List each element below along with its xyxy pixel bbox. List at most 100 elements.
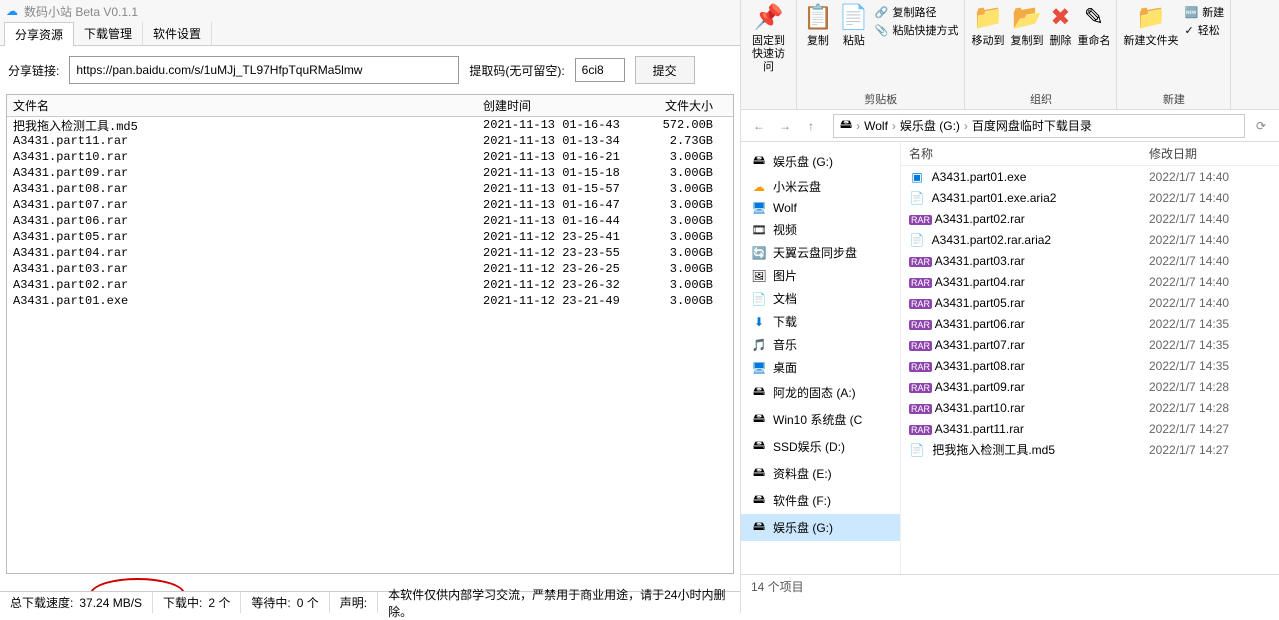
shortcut-icon: 📎 bbox=[875, 24, 889, 37]
nav-item[interactable]: 🖴SSD娱乐 (D:) bbox=[741, 433, 900, 460]
file-row[interactable]: RAR A3431.part05.rar2022/1/7 14:40 bbox=[901, 292, 1279, 313]
forward-button[interactable]: → bbox=[773, 114, 797, 138]
speed-label: 总下载速度: bbox=[10, 594, 73, 611]
nav-item[interactable]: 📄文档 bbox=[741, 287, 900, 310]
nav-item[interactable]: 🎞视频 bbox=[741, 218, 900, 241]
nav-item[interactable]: 🖥Wolf bbox=[741, 198, 900, 218]
copyto-button[interactable]: 📂复制到 bbox=[1010, 4, 1043, 48]
paste-button[interactable]: 📄粘贴 bbox=[839, 4, 869, 48]
file-icon: 📄 bbox=[909, 443, 925, 457]
share-row: 分享链接: 提取码(无可留空): 提交 bbox=[0, 46, 740, 94]
pin-icon: 📌 bbox=[754, 4, 784, 33]
copy-button[interactable]: 📋复制 bbox=[803, 4, 833, 48]
statusbar: 总下载速度:37.24 MB/S 下载中:2 个 等待中:0 个 声明: 本软件… bbox=[0, 591, 740, 613]
file-row[interactable]: RAR A3431.part08.rar2022/1/7 14:35 bbox=[901, 355, 1279, 376]
nav-item[interactable]: 🔄天翼云盘同步盘 bbox=[741, 241, 900, 264]
nav-icon: 🖥 bbox=[751, 361, 767, 375]
file-row[interactable]: RAR A3431.part10.rar2022/1/7 14:28 bbox=[901, 397, 1279, 418]
rar-icon: RAR bbox=[909, 215, 932, 225]
nav-pane[interactable]: 🖴娱乐盘 (G:)☁小米云盘🖥Wolf🎞视频🔄天翼云盘同步盘🖼图片📄文档⬇下载🎵… bbox=[741, 142, 901, 574]
rar-icon: RAR bbox=[909, 425, 932, 435]
file-row[interactable]: 📄 A3431.part01.exe.aria22022/1/7 14:40 bbox=[901, 187, 1279, 208]
file-row[interactable]: RAR A3431.part07.rar2022/1/7 14:35 bbox=[901, 334, 1279, 355]
explorer-status: 14 个项目 bbox=[741, 574, 1279, 598]
col-size[interactable]: 文件大小 bbox=[637, 97, 733, 114]
file-row[interactable]: RAR A3431.part06.rar2022/1/7 14:35 bbox=[901, 313, 1279, 334]
table-row[interactable]: A3431.part03.rar2021-11-12 23-26-253.00G… bbox=[7, 261, 733, 277]
nav-item[interactable]: 🖥桌面 bbox=[741, 356, 900, 379]
fp-col-name[interactable]: 名称 bbox=[901, 145, 1141, 162]
new-item-button[interactable]: 🆕新建 bbox=[1184, 4, 1224, 20]
bc-seg-0[interactable]: Wolf bbox=[864, 119, 888, 133]
nav-item[interactable]: 🖴软件盘 (F:) bbox=[741, 487, 900, 514]
nav-item[interactable]: 🖴娱乐盘 (G:) bbox=[741, 514, 900, 541]
fp-body: ▣ A3431.part01.exe2022/1/7 14:40📄 A3431.… bbox=[901, 166, 1279, 460]
file-row[interactable]: RAR A3431.part11.rar2022/1/7 14:27 bbox=[901, 418, 1279, 439]
rar-icon: RAR bbox=[909, 383, 932, 393]
file-row[interactable]: 📄 把我拖入检测工具.md52022/1/7 14:27 bbox=[901, 439, 1279, 460]
moveto-button[interactable]: 📁移动到 bbox=[971, 4, 1004, 48]
file-row[interactable]: RAR A3431.part04.rar2022/1/7 14:40 bbox=[901, 271, 1279, 292]
table-row[interactable]: A3431.part05.rar2021-11-12 23-25-413.00G… bbox=[7, 229, 733, 245]
file-table: 文件名 创建时间 文件大小 把我拖入检测工具.md52021-11-13 01-… bbox=[6, 94, 734, 574]
file-row[interactable]: RAR A3431.part02.rar2022/1/7 14:40 bbox=[901, 208, 1279, 229]
table-row[interactable]: A3431.part07.rar2021-11-13 01-16-473.00G… bbox=[7, 197, 733, 213]
bc-seg-2[interactable]: 百度网盘临时下载目录 bbox=[972, 117, 1092, 134]
table-row[interactable]: A3431.part08.rar2021-11-13 01-15-573.00G… bbox=[7, 181, 733, 197]
table-row[interactable]: A3431.part02.rar2021-11-12 23-26-323.00G… bbox=[7, 277, 733, 293]
nav-icon: 🖴 bbox=[751, 490, 767, 511]
table-row[interactable]: A3431.part01.exe2021-11-12 23-21-493.00G… bbox=[7, 293, 733, 309]
nav-item[interactable]: ☁小米云盘 bbox=[741, 175, 900, 198]
rar-icon: RAR bbox=[909, 278, 932, 288]
wait-label: 等待中: bbox=[251, 594, 290, 611]
paste-icon: 📄 bbox=[839, 4, 869, 33]
table-row[interactable]: A3431.part10.rar2021-11-13 01-16-213.00G… bbox=[7, 149, 733, 165]
paste-shortcut-button[interactable]: 📎粘贴快捷方式 bbox=[875, 22, 959, 38]
file-row[interactable]: RAR A3431.part09.rar2022/1/7 14:28 bbox=[901, 376, 1279, 397]
rename-button[interactable]: ✎重命名 bbox=[1077, 4, 1110, 48]
file-row[interactable]: RAR A3431.part03.rar2022/1/7 14:40 bbox=[901, 250, 1279, 271]
up-button[interactable]: ↑ bbox=[799, 114, 823, 138]
refresh-button[interactable]: ⟳ bbox=[1249, 114, 1273, 138]
nav-item[interactable]: 🖴阿龙的固态 (A:) bbox=[741, 379, 900, 406]
address-bar[interactable]: 🖴 › Wolf › 娱乐盘 (G:) › 百度网盘临时下载目录 bbox=[833, 114, 1245, 138]
tabbar: 分享资源 下载管理 软件设置 bbox=[0, 22, 740, 46]
breadcrumb-bar: ← → ↑ 🖴 › Wolf › 娱乐盘 (G:) › 百度网盘临时下载目录 ⟳ bbox=[741, 110, 1279, 142]
table-row[interactable]: A3431.part06.rar2021-11-13 01-16-443.00G… bbox=[7, 213, 733, 229]
nav-item[interactable]: 🎵音乐 bbox=[741, 333, 900, 356]
copy-path-button[interactable]: 🔗复制路径 bbox=[875, 4, 937, 20]
share-url-input[interactable] bbox=[69, 56, 459, 84]
table-row[interactable]: A3431.part11.rar2021-11-13 01-13-342.73G… bbox=[7, 133, 733, 149]
file-icon: 📄 bbox=[909, 191, 925, 205]
file-row[interactable]: ▣ A3431.part01.exe2022/1/7 14:40 bbox=[901, 166, 1279, 187]
nav-item[interactable]: 🖴Win10 系统盘 (C bbox=[741, 406, 900, 433]
tab-settings[interactable]: 软件设置 bbox=[143, 22, 212, 45]
file-row[interactable]: 📄 A3431.part02.rar.aria22022/1/7 14:40 bbox=[901, 229, 1279, 250]
nav-icon: ☁ bbox=[751, 180, 767, 194]
nav-icon: 🖥 bbox=[751, 201, 767, 215]
nav-item[interactable]: 🖴资料盘 (E:) bbox=[741, 460, 900, 487]
table-row[interactable]: A3431.part09.rar2021-11-13 01-15-183.00G… bbox=[7, 165, 733, 181]
submit-button[interactable]: 提交 bbox=[635, 56, 695, 84]
nav-item[interactable]: ⬇下载 bbox=[741, 310, 900, 333]
tab-download[interactable]: 下载管理 bbox=[74, 22, 143, 45]
back-button[interactable]: ← bbox=[747, 114, 771, 138]
speed-value: 37.24 MB/S bbox=[79, 596, 142, 610]
delete-button[interactable]: ✖删除 bbox=[1049, 4, 1071, 48]
new-folder-button[interactable]: 📁新建文件夹 bbox=[1123, 4, 1178, 48]
nav-icon: 🖴 bbox=[751, 517, 767, 538]
rar-icon: RAR bbox=[909, 341, 932, 351]
nav-item[interactable]: 🖼图片 bbox=[741, 264, 900, 287]
nav-icon: ⬇ bbox=[751, 315, 767, 329]
bc-seg-1[interactable]: 娱乐盘 (G:) bbox=[900, 117, 960, 134]
nav-item[interactable]: 🖴娱乐盘 (G:) bbox=[741, 148, 900, 175]
col-name[interactable]: 文件名 bbox=[7, 97, 477, 114]
table-row[interactable]: 把我拖入检测工具.md52021-11-13 01-16-43572.00B bbox=[7, 117, 733, 133]
fp-col-date[interactable]: 修改日期 bbox=[1141, 145, 1279, 162]
code-input[interactable] bbox=[575, 58, 625, 82]
table-row[interactable]: A3431.part04.rar2021-11-12 23-23-553.00G… bbox=[7, 245, 733, 261]
pin-button[interactable]: 📌固定到快速访问 bbox=[747, 4, 790, 74]
easy-access-button[interactable]: ✓轻松 bbox=[1184, 22, 1219, 38]
tab-share[interactable]: 分享资源 bbox=[4, 22, 74, 46]
col-date[interactable]: 创建时间 bbox=[477, 97, 637, 114]
